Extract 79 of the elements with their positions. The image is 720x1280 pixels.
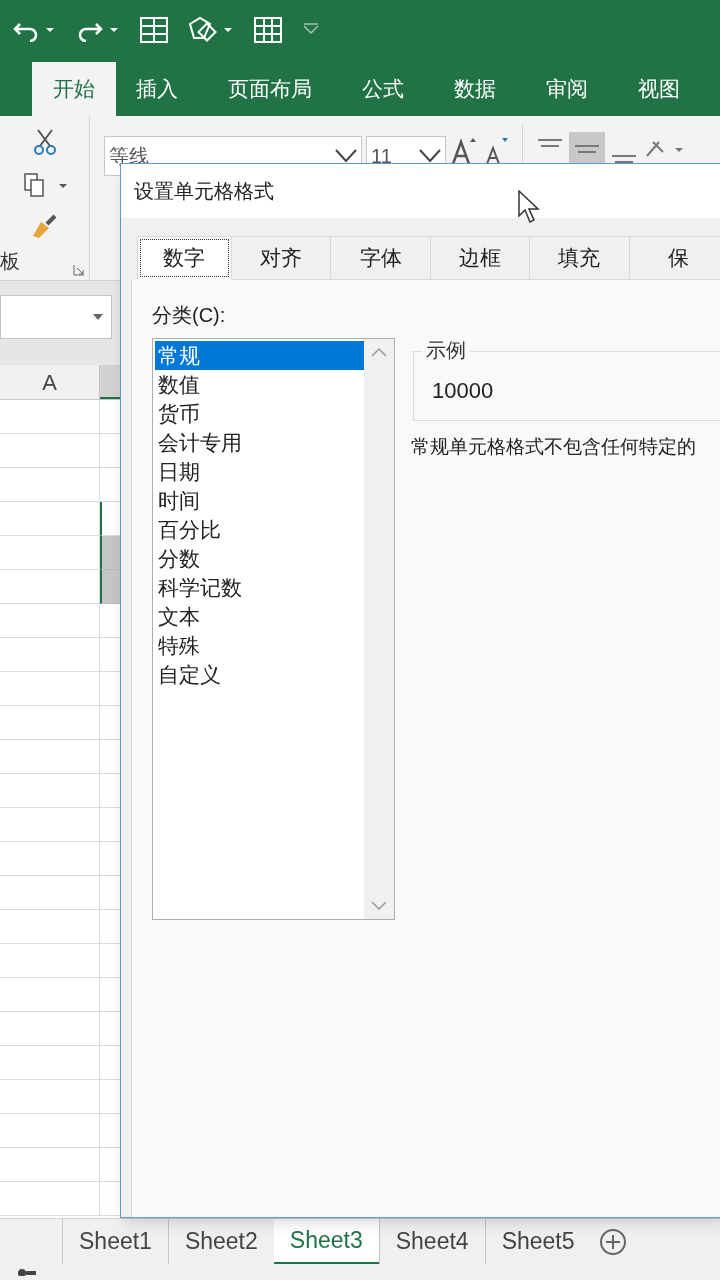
grid-cell[interactable] — [0, 434, 100, 468]
grid-cell[interactable] — [0, 706, 100, 740]
grid-cell[interactable] — [0, 1080, 100, 1114]
grid-cell[interactable] — [100, 570, 120, 604]
group-label: 板 — [0, 249, 20, 274]
category-item[interactable]: 时间 — [155, 486, 364, 515]
category-item[interactable]: 分数 — [155, 544, 364, 573]
align-middle-icon[interactable] — [569, 132, 605, 166]
grid-cell[interactable] — [0, 1114, 100, 1148]
status-icon — [16, 1268, 36, 1276]
grid-cell[interactable] — [0, 502, 100, 536]
grid-cell[interactable] — [0, 672, 100, 706]
dialog-launcher-icon[interactable] — [73, 264, 85, 276]
category-item[interactable]: 科学记数 — [155, 573, 364, 602]
category-item[interactable]: 常规 — [155, 341, 364, 370]
grid-cell[interactable] — [0, 468, 100, 502]
scroll-down-icon[interactable] — [371, 901, 387, 911]
ribbon-tab[interactable]: 公式 — [348, 62, 418, 116]
grid-cell[interactable] — [0, 604, 100, 638]
chevron-icon — [419, 149, 441, 163]
shapes-icon[interactable] — [188, 16, 234, 44]
grid-cell[interactable] — [100, 536, 120, 570]
scissors-icon[interactable] — [31, 128, 58, 156]
ribbon-tab[interactable]: 数据 — [440, 62, 510, 116]
grid-cell[interactable] — [0, 978, 100, 1012]
ribbon-tab[interactable]: 开始 — [32, 62, 116, 116]
chevron-icon — [335, 149, 357, 163]
category-label: 分类(C): — [152, 303, 227, 328]
category-item[interactable]: 百分比 — [155, 515, 364, 544]
brush-icon[interactable] — [30, 214, 59, 240]
grid-cell[interactable] — [0, 638, 100, 672]
copy-icon[interactable] — [22, 172, 67, 198]
category-item[interactable]: 特殊 — [155, 631, 364, 660]
dialog-tab[interactable]: 对齐 — [231, 236, 332, 279]
grid-cell[interactable] — [0, 1148, 100, 1182]
grid-cell[interactable] — [100, 502, 120, 536]
dropdown-icon — [93, 314, 103, 320]
category-item[interactable]: 货币 — [155, 399, 364, 428]
customize-icon[interactable] — [302, 23, 320, 37]
category-item[interactable]: 文本 — [155, 602, 364, 631]
grid-cell[interactable] — [0, 910, 100, 944]
grid-cell[interactable] — [0, 1182, 100, 1216]
grid-cell[interactable] — [0, 400, 100, 434]
grid-cell[interactable] — [0, 570, 100, 604]
scroll-up-icon[interactable] — [371, 347, 387, 357]
sample-label: 示例 — [422, 338, 470, 362]
grid-cell[interactable] — [0, 1046, 100, 1080]
ribbon-tab[interactable]: 审阅 — [532, 62, 602, 116]
grid-cell[interactable] — [0, 536, 100, 570]
column-header[interactable] — [100, 365, 120, 399]
dialog-tab[interactable]: 数字 — [137, 236, 232, 280]
dialog-title: 设置单元格格式 — [134, 179, 274, 204]
table-icon[interactable] — [140, 17, 168, 43]
grid-cell[interactable] — [0, 842, 100, 876]
category-list[interactable]: 常规 数值 货币 会计专用 日期 时间 百分比 分数 科学记数 文本 特殊 自定义 — [152, 338, 395, 920]
dialog-tab[interactable]: 字体 — [331, 236, 431, 279]
dialog-tab[interactable]: 边框 — [430, 236, 531, 279]
grid-cell[interactable] — [0, 944, 100, 978]
grid-cell[interactable] — [0, 740, 100, 774]
ribbon-tab[interactable]: 插入 — [122, 62, 192, 116]
add-sheet-icon[interactable] — [598, 1227, 627, 1256]
name-box[interactable] — [0, 295, 112, 339]
grid-cell[interactable] — [0, 808, 100, 842]
grid-icon[interactable] — [254, 17, 282, 43]
dialog-tab[interactable]: 填充 — [530, 236, 630, 279]
ribbon-tab[interactable]: 视图 — [624, 62, 694, 116]
ribbon-tab[interactable]: 页面布局 — [214, 62, 326, 116]
grow-font-icon[interactable] — [450, 136, 478, 166]
sheet-tab[interactable]: Sheet3 — [273, 1219, 379, 1264]
grid-cell[interactable] — [0, 876, 100, 910]
category-item[interactable]: 自定义 — [155, 660, 364, 689]
category-item[interactable]: 日期 — [155, 457, 364, 486]
grid-cell[interactable] — [0, 774, 100, 808]
description-text: 常规单元格格式不包含任何特定的 — [411, 435, 697, 459]
sample-value: 10000 — [432, 376, 494, 405]
column-header[interactable]: A — [0, 365, 100, 399]
category-item[interactable]: 数值 — [155, 370, 364, 399]
category-item[interactable]: 会计专用 — [155, 428, 364, 457]
grid-cell[interactable] — [0, 1012, 100, 1046]
